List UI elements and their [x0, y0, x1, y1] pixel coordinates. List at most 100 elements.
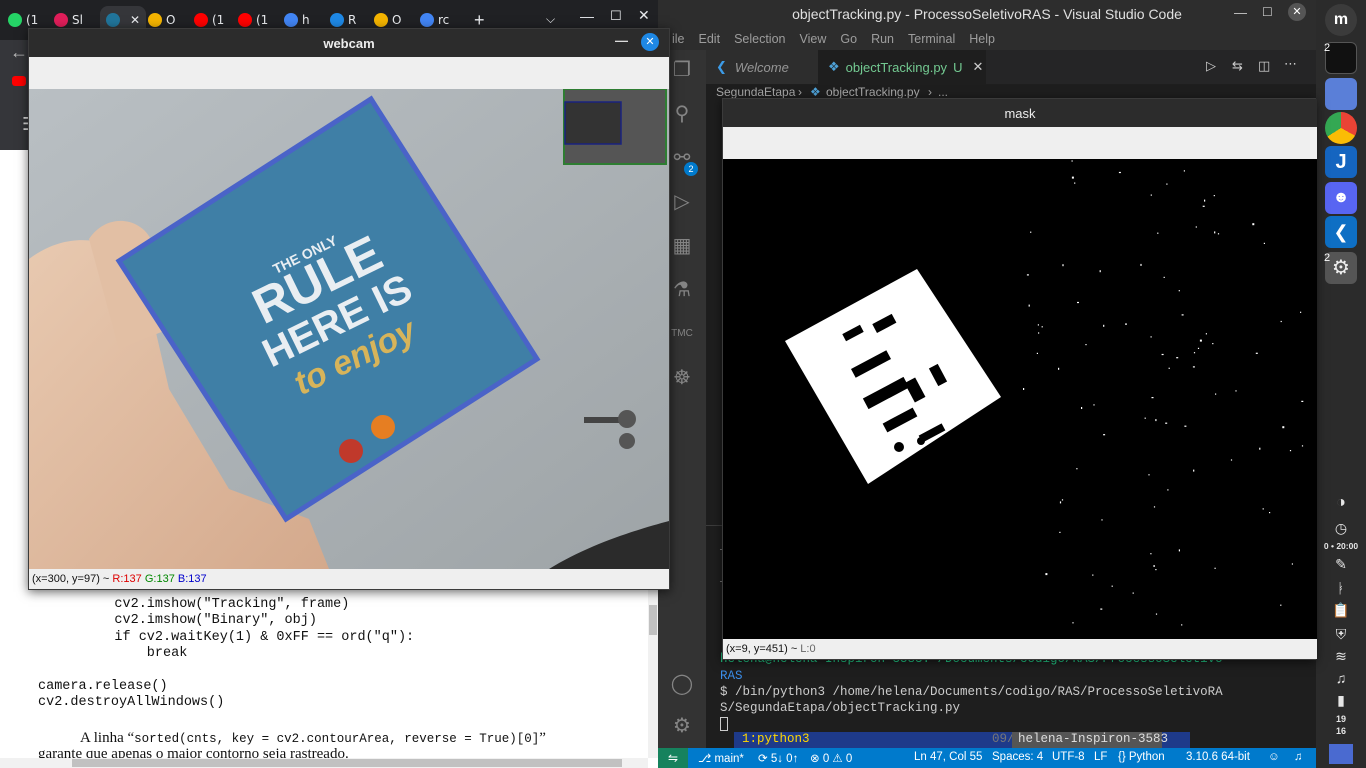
account-icon[interactable]: ◯	[670, 672, 694, 696]
prose-text: A linha “	[80, 730, 135, 746]
clipboard-icon[interactable]: 📋	[1316, 602, 1366, 619]
close-tab-icon[interactable]: ✕	[972, 59, 983, 75]
minimize-icon[interactable]: —	[580, 8, 594, 24]
branch-indicator[interactable]: ⎇ main*	[698, 751, 744, 765]
tmux-host: helena-Inspiron-3583	[1018, 732, 1169, 746]
mask-window[interactable]: mask (x=9, y=451) ~ L:0	[722, 98, 1317, 660]
line-ending[interactable]: LF	[1094, 751, 1107, 763]
menu-edit[interactable]: Edit	[699, 32, 721, 46]
webcam-titlebar[interactable]: webcam — ✕	[29, 29, 669, 57]
timer-icon[interactable]: ◷	[1316, 520, 1366, 537]
scrollbar-thumb[interactable]	[72, 759, 622, 767]
testing-flask-icon[interactable]: ⚗	[670, 278, 694, 302]
noise-speck	[1204, 199, 1206, 202]
noise-speck	[1230, 459, 1233, 461]
docker-icon[interactable]: ☸	[670, 366, 694, 390]
close-icon[interactable]: ✕	[641, 33, 659, 51]
menu-view[interactable]: View	[800, 32, 827, 46]
chrome-app-icon[interactable]	[1325, 112, 1357, 144]
minimize-icon[interactable]: —	[1234, 5, 1247, 20]
youtube-bookmark-icon[interactable]	[12, 76, 26, 86]
search-icon[interactable]: ⚲	[670, 102, 694, 126]
music-note-icon[interactable]: ♫	[1316, 670, 1366, 686]
wifi-icon[interactable]: ≋	[1316, 648, 1366, 665]
scrollbar-thumb[interactable]	[649, 605, 657, 635]
files-app-icon[interactable]	[1325, 78, 1357, 110]
window-title: mask	[1004, 105, 1036, 121]
close-tab-icon[interactable]: ✕	[130, 13, 140, 27]
webcam-window[interactable]: webcam — ✕ THE ONLY RULE HERE IS to enjo…	[28, 28, 670, 590]
breadcrumb-file[interactable]: objectTracking.py	[826, 85, 920, 99]
remote-icon[interactable]: ⇋	[658, 748, 688, 768]
minimize-icon[interactable]: —	[615, 33, 628, 48]
noise-speck	[1155, 419, 1157, 422]
noise-speck	[1059, 531, 1061, 533]
battery-icon[interactable]: ▮	[1316, 692, 1366, 709]
noise-speck	[1023, 388, 1025, 390]
vscode-app-icon[interactable]: ❮	[1325, 216, 1357, 248]
gear-icon[interactable]: ⚙	[670, 714, 694, 738]
binary-mask-frame[interactable]	[723, 159, 1317, 639]
explorer-icon[interactable]: ❐	[670, 58, 694, 82]
breadcrumb-separator: ›	[928, 85, 932, 99]
encoding[interactable]: UTF-8	[1052, 751, 1085, 763]
notes-icon[interactable]: ✎	[1316, 556, 1366, 573]
bluetooth-icon[interactable]: ᛓ	[1316, 580, 1366, 596]
tab-favicon-icon	[284, 13, 298, 27]
noise-speck	[1099, 270, 1101, 273]
menu-go[interactable]: Go	[840, 32, 857, 46]
tab-search-chevron-icon[interactable]: ⌵	[546, 12, 555, 27]
language-mode[interactable]: {} Python	[1118, 751, 1165, 763]
tab-label: (1	[256, 13, 269, 27]
noise-speck	[1300, 311, 1302, 313]
noise-speck	[1167, 489, 1169, 491]
tab-favicon-icon	[54, 13, 68, 27]
noise-speck	[1280, 604, 1282, 606]
compare-changes-icon[interactable]: ⇆	[1232, 58, 1243, 74]
feedback-icon[interactable]: ☺	[1268, 751, 1280, 763]
run-debug-icon[interactable]: ▷	[670, 190, 694, 214]
indentation[interactable]: Spaces: 4	[992, 751, 1043, 763]
joplin-app-icon[interactable]: J	[1325, 146, 1357, 178]
maximize-icon[interactable]: ☐	[1262, 5, 1273, 19]
menu-terminal[interactable]: Terminal	[908, 32, 955, 46]
tab-objecttracking[interactable]: ❖ objectTracking.py U ✕	[818, 50, 986, 84]
code-line: cv2.imshow("Tracking", frame)	[82, 597, 350, 612]
webcam-frame[interactable]: THE ONLY RULE HERE IS to enjoy	[29, 89, 669, 569]
run-icon[interactable]: ▷	[1206, 58, 1216, 74]
extensions-icon[interactable]: ▦	[670, 234, 694, 258]
linux-mint-menu-icon[interactable]: m	[1325, 4, 1357, 36]
noise-speck	[1062, 264, 1064, 267]
cursor-position[interactable]: Ln 47, Col 55	[914, 751, 982, 763]
sync-indicator[interactable]: ⟳ 5↓ 0↑	[758, 751, 798, 765]
menu-file[interactable]: ile	[672, 32, 685, 46]
menu-run[interactable]: Run	[871, 32, 894, 46]
bell-icon[interactable]: ♫	[1294, 751, 1303, 763]
mask-titlebar[interactable]: mask	[723, 99, 1317, 127]
menu-selection[interactable]: Selection	[734, 32, 785, 46]
close-icon[interactable]: ✕	[1288, 3, 1306, 21]
breadcrumb-symbol[interactable]: ...	[938, 85, 948, 99]
shield-icon[interactable]: ⛨	[1316, 626, 1366, 643]
split-editor-icon[interactable]: ◫	[1258, 58, 1270, 74]
terminal-cursor	[720, 717, 728, 731]
brightness-icon[interactable]: ◑	[1316, 494, 1366, 512]
back-arrow-icon[interactable]: ←	[10, 42, 28, 63]
maximize-icon[interactable]: ☐	[610, 8, 622, 24]
mask-scene	[723, 159, 1317, 639]
noise-speck	[1259, 447, 1261, 450]
breadcrumb-folder[interactable]: SegundaEtapa	[716, 85, 795, 99]
close-icon[interactable]: ✕	[638, 7, 650, 24]
terminal-prompt-cont: RAS	[720, 669, 743, 683]
horizontal-scrollbar[interactable]	[0, 758, 648, 768]
prose-paragraph: A linha “sorted(cnts, key = cv2.contourA…	[80, 729, 546, 747]
tab-welcome[interactable]: ❮ Welcome	[706, 50, 818, 84]
python-interpreter[interactable]: 3.10.6 64-bit	[1186, 751, 1250, 763]
tmc-icon[interactable]: TMC	[670, 322, 694, 346]
discord-app-icon[interactable]: ☻	[1325, 182, 1357, 214]
problems-indicator[interactable]: ⊗ 0 ⚠ 0	[810, 751, 852, 765]
show-desktop-button[interactable]	[1329, 744, 1353, 764]
more-actions-icon[interactable]: ⋯	[1284, 56, 1297, 72]
noise-speck	[1093, 404, 1095, 406]
menu-help[interactable]: Help	[969, 32, 995, 46]
